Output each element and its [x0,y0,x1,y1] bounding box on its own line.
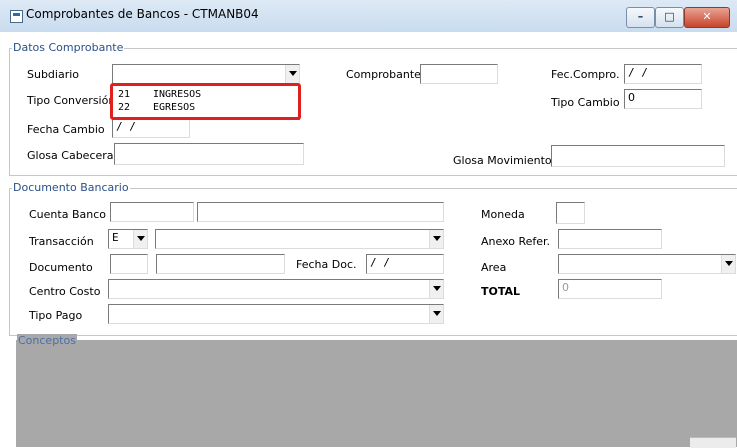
option-desc: EGRESOS [153,102,196,113]
area-select[interactable] [558,254,736,274]
moneda-field[interactable] [556,202,585,224]
fecha-cambio-field[interactable]: / / [112,118,190,138]
tipo-conversion-label: Tipo Conversión [27,94,116,107]
app-icon [10,10,23,23]
cuenta-banco-label: Cuenta Banco [29,208,106,221]
list-item[interactable]: 21 INGRESOS [113,88,299,101]
chevron-down-icon[interactable] [721,255,735,273]
centro-costo-select[interactable] [108,279,444,299]
tipo-cambio-label: Tipo Cambio [551,96,620,109]
documento-number-field[interactable] [156,254,285,274]
chevron-down-icon[interactable] [133,230,147,248]
transaccion-select[interactable] [155,229,444,249]
subdiario-select[interactable] [112,64,300,84]
chevron-down-icon[interactable] [429,280,443,298]
option-code: 22 [118,102,131,113]
anexo-refer-field[interactable] [558,229,662,249]
documento-code-field[interactable] [110,254,148,274]
datos-comprobante-legend: Datos Comprobante [12,41,125,54]
minimize-icon: – [637,10,644,23]
fec-compro-field[interactable]: / / [624,64,702,84]
fec-compro-label: Fec.Compro. [551,68,620,81]
fecha-doc-label: Fecha Doc. [296,258,357,271]
total-field: 0 [558,279,662,299]
chevron-down-icon[interactable] [285,65,299,83]
cuenta-banco-name-field[interactable] [197,202,444,222]
moneda-label: Moneda [481,208,525,221]
documento-label: Documento [29,261,93,274]
tipo-pago-label: Tipo Pago [29,309,83,322]
comprobante-field[interactable] [420,64,498,84]
subdiario-label: Subdiario [27,68,80,81]
chevron-down-icon[interactable] [429,230,443,248]
transaccion-type-select[interactable]: E [108,229,148,249]
scrollbar[interactable] [690,437,736,448]
conceptos-area [16,340,737,447]
tipo-cambio-field[interactable]: 0 [624,89,702,109]
option-code: 21 [118,89,131,100]
conceptos-legend: Conceptos [17,334,77,347]
list-item[interactable]: 22 EGRESOS [113,101,299,114]
fecha-cambio-label: Fecha Cambio [27,123,105,136]
glosa-movimiento-label: Glosa Movimiento [453,154,552,167]
transaccion-type-value: E [112,231,119,244]
cuenta-banco-code-field[interactable] [110,202,194,222]
chevron-down-icon[interactable] [429,305,443,323]
close-icon: ✕ [702,10,712,23]
close-button[interactable]: ✕ [684,7,730,28]
glosa-cabecera-label: Glosa Cabecera [27,149,114,162]
maximize-button[interactable]: □ [655,7,684,28]
subdiario-dropdown-list: 21 INGRESOS 22 EGRESOS [112,84,300,120]
total-label: TOTAL [481,285,521,298]
centro-costo-label: Centro Costo [29,285,101,298]
documento-bancario-legend: Documento Bancario [12,181,130,194]
maximize-icon: □ [664,10,675,23]
minimize-button[interactable]: – [626,7,655,28]
area-label: Area [481,261,507,274]
window-title: Comprobantes de Bancos - CTMANB04 [26,7,259,21]
anexo-refer-label: Anexo Refer. [481,235,551,248]
option-desc: INGRESOS [153,89,202,100]
comprobante-label: Comprobante [346,68,421,81]
tipo-pago-select[interactable] [108,304,444,324]
glosa-cabecera-field[interactable] [114,143,304,165]
glosa-movimiento-field[interactable] [551,145,725,167]
fecha-doc-field[interactable]: / / [366,254,444,274]
transaccion-label: Transacción [29,235,94,248]
